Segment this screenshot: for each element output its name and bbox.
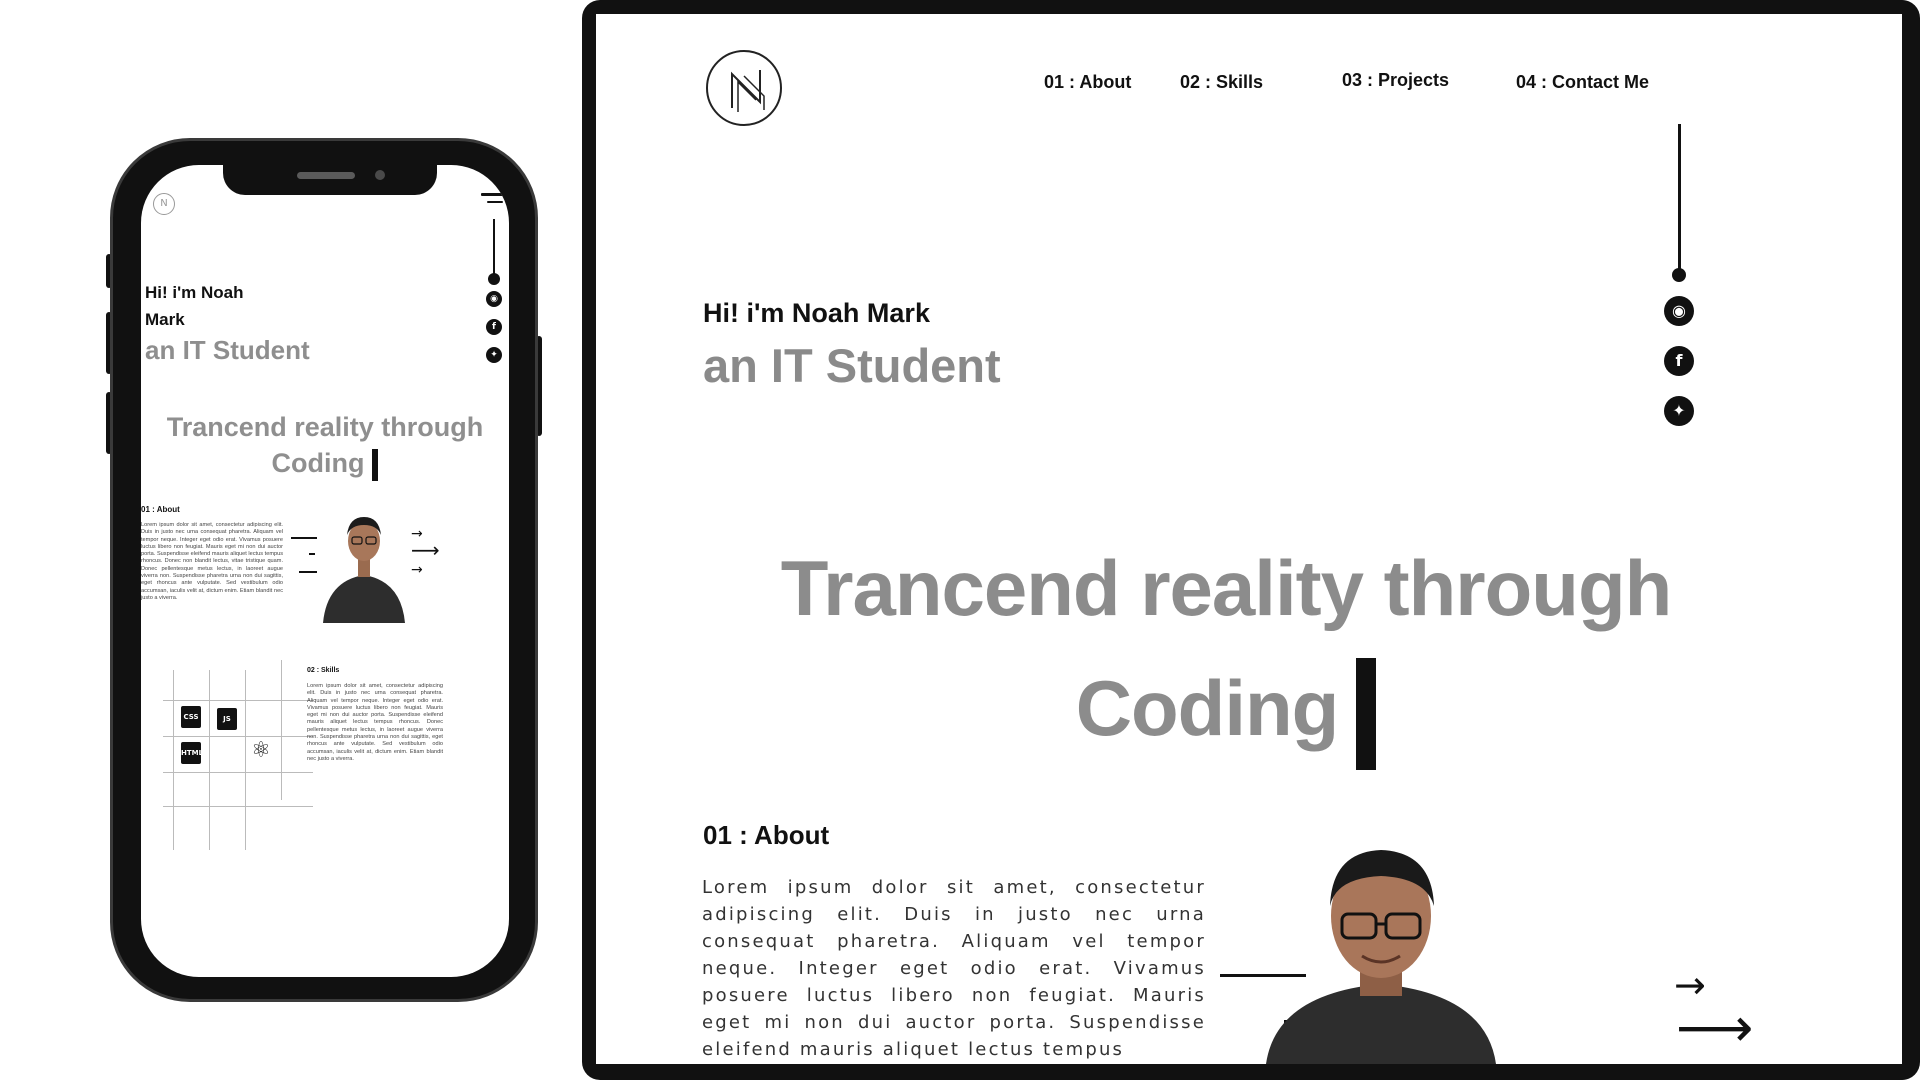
profile-photo bbox=[323, 517, 405, 623]
mobile-intro: Hi! i'm Noah Mark bbox=[145, 279, 285, 333]
speaker bbox=[297, 172, 355, 179]
mobile-tagline: Trancend reality through Coding bbox=[141, 409, 509, 481]
mobile-about-text: Lorem ipsum dolor sit amet, consectetur … bbox=[141, 522, 283, 601]
desktop-screen: 01 : About 02 : Skills 03 : Projects 04 … bbox=[596, 14, 1902, 1064]
arrow-right-icon: → bbox=[411, 562, 423, 578]
mobile-tagline-line2: Coding bbox=[271, 448, 365, 478]
hero-tagline: Trancend reality through Coding bbox=[676, 528, 1776, 771]
javascript-icon: JS bbox=[217, 708, 237, 730]
nav-contact[interactable]: 04 : Contact Me bbox=[1516, 72, 1649, 93]
mobile-arrows: → ⟶ → bbox=[411, 527, 451, 587]
hamburger-menu-icon[interactable] bbox=[481, 193, 503, 208]
typing-cursor bbox=[1356, 658, 1377, 771]
nav-projects[interactable]: 03 : Projects bbox=[1342, 70, 1449, 91]
twitter-icon[interactable]: ✦ bbox=[1664, 396, 1694, 426]
mobile-intro-line1: Hi! i'm Noah bbox=[145, 283, 244, 302]
arrow-right-long-icon: ⟶ bbox=[1676, 996, 1754, 1059]
facebook-icon[interactable]: f bbox=[1664, 346, 1694, 376]
react-icon: ⚛ bbox=[251, 738, 271, 763]
phone-notch bbox=[223, 163, 437, 195]
intro-role: an IT Student bbox=[703, 339, 1001, 392]
html5-icon: HTML bbox=[181, 742, 203, 764]
hero-tagline-line1: Trancend reality through bbox=[780, 544, 1672, 632]
mobile-about-heading: 01 : About bbox=[141, 505, 180, 514]
intro-greeting: Hi! i'm Noah Mark bbox=[703, 298, 930, 328]
typing-cursor bbox=[372, 448, 379, 481]
github-icon[interactable]: ◉ bbox=[1664, 296, 1694, 326]
nav-about[interactable]: 01 : About bbox=[1044, 72, 1131, 93]
mobile-tagline-line1: Trancend reality through bbox=[166, 412, 484, 442]
mobile-social-dot bbox=[488, 273, 500, 285]
hero-tagline-line2: Coding bbox=[1075, 664, 1340, 752]
mobile-role: an IT Student bbox=[145, 335, 310, 365]
nav-skills[interactable]: 02 : Skills bbox=[1180, 72, 1263, 93]
mobile-intro-line2: Mark bbox=[145, 310, 185, 329]
skills-grid: CSS JS HTML ⚛ bbox=[163, 660, 313, 850]
desktop-frame: 01 : About 02 : Skills 03 : Projects 04 … bbox=[582, 0, 1920, 1080]
logo[interactable] bbox=[706, 50, 782, 126]
mobile-social-line bbox=[493, 219, 495, 277]
mobile-skills-heading: 02 : Skills bbox=[307, 667, 340, 674]
css3-icon: CSS bbox=[181, 706, 201, 728]
mobile-skills-text: Lorem ipsum dolor sit amet, consectetur … bbox=[307, 683, 443, 762]
twitter-icon[interactable]: ✦ bbox=[486, 347, 502, 363]
phone-mockup: N ◉ f ✦ Hi! i'm Noah Mark an IT Student … bbox=[110, 138, 538, 1002]
about-heading: 01 : About bbox=[703, 820, 830, 850]
arrow-right-long-icon: ⟶ bbox=[411, 538, 440, 562]
phone-screen: N ◉ f ✦ Hi! i'm Noah Mark an IT Student … bbox=[141, 165, 509, 977]
github-icon[interactable]: ◉ bbox=[486, 291, 502, 307]
logo-mark-icon bbox=[731, 70, 765, 112]
profile-photo bbox=[1266, 850, 1496, 1064]
social-dot bbox=[1672, 268, 1686, 282]
about-text: Lorem ipsum dolor sit amet, consectetur … bbox=[702, 877, 1206, 1060]
facebook-icon[interactable]: f bbox=[486, 319, 502, 335]
camera bbox=[375, 170, 385, 180]
social-line bbox=[1678, 124, 1681, 274]
mobile-logo[interactable]: N bbox=[153, 193, 175, 215]
